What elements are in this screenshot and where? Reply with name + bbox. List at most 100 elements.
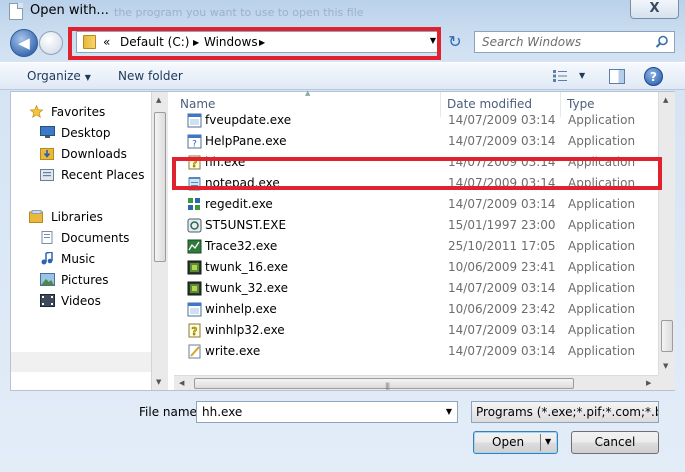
- scroll-corner: [658, 375, 675, 390]
- scroll-up-arrow-icon[interactable]: ▲: [663, 96, 668, 104]
- file-row[interactable]: twunk_16.exe 10/06/2009 23:41 Application: [174, 257, 658, 278]
- horizontal-scrollbar[interactable]: ◀ ||| ▶: [174, 375, 658, 390]
- file-type: Application: [568, 155, 636, 169]
- chevron-down-icon[interactable]: ▼: [545, 437, 551, 446]
- file-type: Application: [568, 239, 636, 253]
- nav-item-pictures[interactable]: Pictures: [61, 273, 109, 287]
- pictures-icon: [40, 273, 55, 286]
- scroll-down-arrow-icon[interactable]: ▼: [663, 362, 668, 370]
- file-name: HelpPane.exe: [205, 134, 287, 148]
- file-list-scrollbar[interactable]: ▲ ▼: [658, 92, 675, 375]
- view-options-icon[interactable]: [553, 70, 567, 82]
- nav-scroll-thumb[interactable]: [154, 112, 166, 262]
- file-row[interactable]: fveupdate.exe 14/07/2009 03:14 Application: [174, 110, 658, 131]
- nav-item-recent-places[interactable]: Recent Places: [61, 168, 144, 182]
- chevron-down-icon[interactable]: ▼: [579, 71, 585, 80]
- file-row[interactable]: winhelp.exe 10/06/2009 23:42 Application: [174, 299, 658, 320]
- nav-item-documents[interactable]: Documents: [61, 231, 129, 245]
- file-name: hh.exe: [205, 155, 246, 169]
- app-window-icon: [187, 302, 202, 317]
- help-pane-icon: ?: [187, 134, 202, 149]
- file-row[interactable]: Trace32.exe 25/10/2011 17:05 Application: [174, 236, 658, 257]
- trace-icon: [187, 239, 202, 254]
- scroll-right-arrow-icon[interactable]: ▶: [646, 379, 651, 387]
- scroll-down-arrow-icon[interactable]: ▼: [156, 378, 161, 386]
- chevron-right-icon[interactable]: ▶: [259, 38, 265, 47]
- document-icon: [9, 3, 23, 20]
- search-input[interactable]: Search Windows: [482, 35, 581, 49]
- nav-item-desktop[interactable]: Desktop: [61, 126, 111, 140]
- preview-pane-icon[interactable]: [609, 69, 625, 84]
- file-name-label: File name:: [139, 405, 201, 419]
- scroll-left-arrow-icon[interactable]: ◀: [179, 379, 184, 387]
- command-toolbar: Organize ▼ New folder ▼ ?: [0, 62, 685, 90]
- horizontal-scroll-thumb[interactable]: |||: [194, 378, 574, 390]
- nav-item-downloads[interactable]: Downloads: [61, 147, 127, 161]
- file-date: 14/07/2009 03:14: [448, 176, 556, 190]
- file-name-input[interactable]: hh.exe ▼: [196, 401, 458, 423]
- breadcrumb-overflow[interactable]: «: [103, 35, 110, 49]
- file-row[interactable]: notepad.exe 14/07/2009 03:14 Application: [174, 173, 658, 194]
- close-button[interactable]: X: [630, 0, 679, 19]
- new-folder-button[interactable]: New folder: [118, 69, 183, 83]
- help-icon[interactable]: ?: [644, 67, 663, 86]
- forward-button[interactable]: [39, 31, 63, 55]
- file-type: Application: [568, 176, 636, 190]
- organize-button[interactable]: Organize ▼: [27, 69, 91, 83]
- scroll-up-arrow-icon[interactable]: ▲: [156, 96, 161, 104]
- nav-scrollbar[interactable]: ▲ ▼: [151, 92, 168, 390]
- file-type: Application: [568, 344, 636, 358]
- file-row[interactable]: ? winhlp32.exe 14/07/2009 03:14 Application: [174, 320, 658, 341]
- nav-favorites[interactable]: Favorites: [51, 105, 105, 119]
- file-date: 14/07/2009 03:14: [448, 155, 556, 169]
- help-file-icon: ?: [188, 155, 201, 170]
- file-date: 14/07/2009 03:14: [448, 281, 556, 295]
- desktop-icon: [40, 126, 55, 138]
- file-row[interactable]: twunk_32.exe 14/07/2009 03:14 Application: [174, 278, 658, 299]
- file-type: Application: [568, 302, 636, 316]
- file-type: Application: [568, 323, 636, 337]
- open-with-dialog: Open with... the program you want to use…: [0, 0, 685, 472]
- nav-libraries[interactable]: Libraries: [51, 210, 103, 224]
- address-bar[interactable]: « Default (C:) ▶ Windows ▶ ▼: [76, 31, 440, 53]
- chevron-down-icon[interactable]: ▼: [446, 407, 452, 416]
- nav-pane-footer: [11, 352, 151, 372]
- chevron-right-icon[interactable]: ▶: [193, 38, 199, 47]
- nav-item-music[interactable]: Music: [61, 252, 95, 266]
- browser-pane: Favorites Desktop Downloads Recent Place…: [10, 89, 675, 391]
- search-icon[interactable]: [655, 35, 669, 49]
- uninstall-icon: [187, 218, 202, 233]
- chevron-down-icon[interactable]: ▼: [430, 36, 436, 45]
- help-file-icon: ?: [188, 323, 201, 338]
- open-label: Open: [492, 435, 525, 449]
- navigation-pane: Favorites Desktop Downloads Recent Place…: [11, 92, 151, 390]
- file-name: twunk_16.exe: [205, 260, 289, 274]
- file-date: 14/07/2009 03:14: [448, 197, 556, 211]
- file-name-value: hh.exe: [202, 405, 243, 419]
- file-row[interactable]: ? hh.exe 14/07/2009 03:14 Application: [174, 152, 658, 173]
- cancel-button[interactable]: Cancel: [571, 431, 659, 454]
- organize-label: Organize: [27, 69, 81, 83]
- open-split-divider: [540, 434, 541, 451]
- file-row[interactable]: ST5UNST.EXE 15/01/1997 23:00 Application: [174, 215, 658, 236]
- chevron-down-icon: ▼: [84, 73, 91, 82]
- nav-item-videos[interactable]: Videos: [61, 294, 101, 308]
- twain-icon: [187, 260, 202, 275]
- file-list-scroll-thumb[interactable]: [661, 320, 673, 352]
- window-title: Open with...: [30, 3, 109, 18]
- file-row[interactable]: write.exe 14/07/2009 03:14 Application: [174, 341, 658, 362]
- refresh-icon[interactable]: ↻: [446, 33, 464, 51]
- libraries-icon: [29, 210, 43, 223]
- file-type: Application: [568, 113, 636, 127]
- file-type-filter-select[interactable]: Programs (*.exe;*.pif;*.com;*.ba: [471, 401, 659, 423]
- file-row[interactable]: regedit.exe 14/07/2009 03:14 Application: [174, 194, 658, 215]
- breadcrumb-drive[interactable]: Default (C:): [120, 35, 189, 49]
- breadcrumb-folder[interactable]: Windows: [204, 35, 258, 49]
- file-row[interactable]: ? HelpPane.exe 14/07/2009 03:14 Application: [174, 131, 658, 152]
- file-name: write.exe: [205, 344, 261, 358]
- notepad-icon: [188, 177, 201, 191]
- back-button[interactable]: ◀: [10, 29, 38, 57]
- music-icon: [41, 252, 53, 265]
- search-box[interactable]: Search Windows: [474, 31, 675, 53]
- file-name: winhelp.exe: [205, 302, 277, 316]
